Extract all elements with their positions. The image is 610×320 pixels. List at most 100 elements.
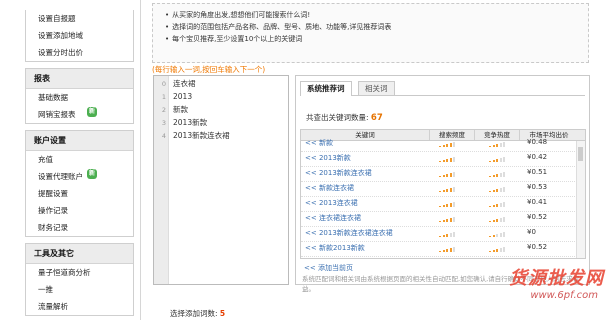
editor-line: 3 2013新款 — [154, 117, 288, 128]
tab-system-recommend[interactable]: 系统推荐词 — [300, 81, 352, 96]
level-bar — [496, 233, 498, 237]
level-bar — [439, 235, 441, 237]
sidebar-item-set-time-bid[interactable]: 设置分时出价 — [26, 44, 133, 61]
level-bar — [453, 156, 455, 162]
level-bar — [499, 142, 502, 147]
watermark-url: www.6pf.com — [530, 290, 598, 301]
row-keyword-link[interactable]: << 2013新款连衣裙 — [305, 168, 372, 178]
table-row[interactable]: << 新款连衣裙 ¥0.53 — [301, 181, 577, 197]
sidebar-section-tools: 工具及其它 量子恒道商分析 一推 流量解析 — [25, 243, 134, 316]
table-row[interactable]: << 连衣裙连衣裙 ¥0.52 — [301, 211, 577, 227]
sidebar-item-label: 一推 — [38, 285, 53, 294]
add-current-page-link[interactable]: << 添加当前页 — [304, 263, 353, 273]
row-keyword-link[interactable]: << 新款 — [305, 138, 333, 148]
row-price: ¥0.41 — [527, 198, 548, 206]
sidebar-item-set-region[interactable]: 设置添加地域 — [26, 27, 133, 44]
level-bar — [489, 235, 491, 237]
selected-label: 选择添加词数: — [170, 309, 218, 318]
level-bar — [439, 190, 441, 192]
sidebar-item-basic-data[interactable]: 基础数据 — [26, 89, 133, 106]
sidebar-item-sales-report[interactable]: 网销宝报表 新 — [26, 106, 133, 123]
level-bar — [503, 216, 505, 222]
level-bar — [492, 159, 495, 162]
level-bar — [489, 160, 491, 162]
level-bar — [439, 250, 441, 252]
row-keyword-link[interactable]: << 连衣裙连衣裙 — [305, 213, 361, 223]
search-level-bars — [439, 246, 457, 252]
level-bar — [453, 216, 455, 222]
line-number: 1 — [161, 93, 166, 101]
level-bar — [449, 202, 452, 207]
level-bar — [499, 157, 502, 162]
sidebar-item-finance-log[interactable]: 财务记录 — [26, 219, 133, 236]
line-number: 0 — [161, 80, 166, 88]
new-badge-icon: 新 — [87, 169, 97, 179]
row-keyword-link[interactable]: << 新款连衣裙 — [305, 183, 354, 193]
compete-level-bars — [489, 141, 507, 147]
row-price: ¥0.53 — [527, 183, 548, 191]
keyword-editor[interactable]: 0 连衣裙 1 2013 2 新款 3 2013新款 4 2013新款连衣裙 — [153, 75, 289, 285]
level-bar — [453, 231, 455, 237]
table-row[interactable]: << 新款 ¥0.48 — [301, 136, 577, 152]
count-value: 67 — [370, 113, 383, 123]
row-price: ¥0.52 — [527, 213, 548, 221]
level-bar — [449, 247, 452, 252]
row-price: ¥0.52 — [527, 243, 548, 251]
tab-related[interactable]: 相关词 — [358, 81, 395, 95]
sidebar-item-label: 基础数据 — [38, 93, 68, 102]
sidebar-item-reminder[interactable]: 提醒设置 — [26, 185, 133, 202]
tip-item: 从买家的角度出发,想想他们可能搜索什么词! — [165, 9, 588, 21]
sidebar-item-traffic[interactable]: 流量解析 — [26, 298, 133, 315]
level-bar — [446, 218, 448, 222]
row-keyword-link[interactable]: << 2013连衣裙 — [305, 198, 358, 208]
table-row[interactable]: << 2013新款连衣裙连衣裙 ¥0 — [301, 226, 577, 242]
level-bar — [442, 234, 445, 237]
level-bar — [449, 217, 452, 222]
search-level-bars — [439, 141, 457, 147]
table-row[interactable]: << 2013新款连衣裙 ¥0.51 — [301, 166, 577, 182]
sidebar-item-set-title[interactable]: 设置自报题 — [26, 10, 133, 27]
sidebar-top-box: 设置自报题 设置添加地域 设置分时出价 — [25, 10, 134, 62]
table-row[interactable]: << 新款2013新款 ¥0.52 — [301, 241, 577, 257]
level-bar — [492, 219, 495, 222]
level-bar — [446, 233, 448, 237]
level-bar — [492, 249, 495, 252]
level-bar — [503, 186, 505, 192]
level-bar — [489, 175, 491, 177]
search-level-bars — [439, 231, 457, 237]
sidebar-item-analysis[interactable]: 量子恒道商分析 — [26, 264, 133, 281]
level-bar — [442, 144, 445, 147]
scroll-thumb[interactable] — [578, 147, 583, 161]
line-text: 2013新款连衣裙 — [173, 131, 230, 140]
sidebar-item-agent-account[interactable]: 设置代理账户新 — [26, 168, 133, 185]
level-bar — [446, 158, 448, 162]
row-keyword-link[interactable]: << 2013新款连衣裙连衣裙 — [305, 228, 393, 238]
level-bar — [496, 203, 498, 207]
level-bar — [439, 205, 441, 207]
sidebar-item-label: 提醒设置 — [38, 189, 68, 198]
table-row[interactable]: << 2013新款 ¥0.42 — [301, 151, 577, 167]
sidebar-item-recharge[interactable]: 充值 — [26, 151, 133, 168]
level-bar — [492, 144, 495, 147]
level-bar — [453, 141, 455, 147]
row-keyword-link[interactable]: << 新款2013新款 — [305, 243, 365, 253]
level-bar — [442, 174, 445, 177]
sidebar-item-operation-log[interactable]: 操作记录 — [26, 202, 133, 219]
level-bar — [442, 159, 445, 162]
level-bar — [449, 142, 452, 147]
selected-value: 5 — [219, 309, 226, 318]
row-keyword-link[interactable]: << 2013新款 — [305, 153, 351, 163]
level-bar — [439, 160, 441, 162]
level-bar — [489, 205, 491, 207]
scrollbar[interactable] — [576, 141, 585, 258]
line-number: 3 — [161, 119, 166, 127]
table-row[interactable]: << 2013连衣裙 ¥0.41 — [301, 196, 577, 212]
level-bar — [503, 156, 505, 162]
line-text: 连衣裙 — [173, 79, 196, 88]
level-bar — [449, 172, 452, 177]
level-bar — [492, 189, 495, 192]
level-bar — [499, 187, 502, 192]
sidebar-item-yitui[interactable]: 一推 — [26, 281, 133, 298]
level-bar — [442, 219, 445, 222]
level-bar — [496, 143, 498, 147]
